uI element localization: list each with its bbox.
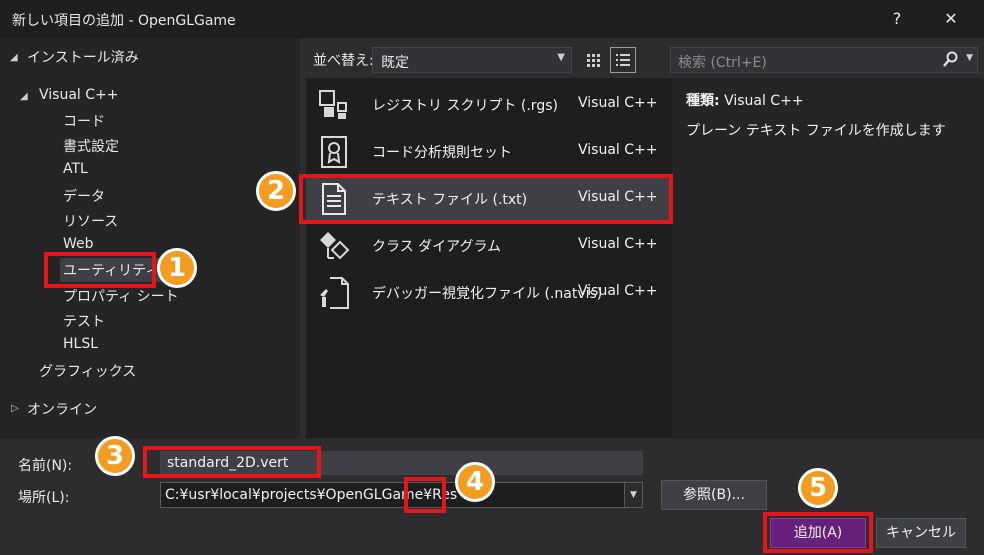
- search-icon[interactable]: [941, 50, 959, 72]
- sort-label: 並べ替え:: [313, 53, 374, 69]
- expand-arrow-icon[interactable]: ◢: [20, 91, 28, 102]
- ruleset-icon: [321, 136, 347, 168]
- window-title: 新しい項目の追加 - OpenGLGame: [12, 13, 236, 29]
- template-item-natvis[interactable]: デバッガー視覚化ファイル (.natvis) Visual C++: [306, 269, 672, 316]
- template-name: レジストリ スクリプト (.rgs): [372, 98, 558, 114]
- location-field[interactable]: C:¥usr¥local¥projects¥OpenGLGame¥Res ▼: [160, 482, 643, 508]
- location-label: 場所(L):: [18, 490, 70, 506]
- grid-view-button[interactable]: [580, 47, 606, 73]
- step-badge-4: 4: [455, 462, 495, 502]
- template-language: Visual C++: [578, 142, 658, 158]
- tree-item-online[interactable]: オンライン: [27, 399, 97, 419]
- tree-item-formatting[interactable]: 書式設定: [63, 136, 119, 156]
- tree-item-property-sheet[interactable]: プロパティ シート: [63, 286, 179, 306]
- details-type-value: Visual C++: [724, 93, 804, 109]
- template-item-code-analysis-ruleset[interactable]: コード分析規則セット Visual C++: [306, 128, 672, 175]
- template-language: Visual C++: [578, 283, 658, 299]
- template-name: デバッガー視覚化ファイル (.natvis): [372, 286, 603, 302]
- browse-button[interactable]: 参照(B)...: [661, 480, 767, 510]
- highlight-utility: [44, 252, 156, 288]
- registry-script-icon: [319, 90, 347, 119]
- highlight-res-folder: [404, 477, 446, 513]
- template-language: Visual C++: [578, 95, 658, 111]
- details-type: 種類: Visual C++: [686, 90, 804, 110]
- search-box[interactable]: 検索 (Ctrl+E) ▼: [670, 47, 978, 73]
- highlight-add-button: [763, 512, 873, 553]
- title-bar: 新しい項目の追加 - OpenGLGame ? ✕: [0, 0, 984, 38]
- template-item-registry-script[interactable]: レジストリ スクリプト (.rgs) Visual C++: [306, 81, 672, 128]
- chevron-down-icon: ▼: [557, 52, 565, 63]
- step-badge-1: 1: [157, 248, 197, 288]
- tree-item-data[interactable]: データ: [63, 186, 105, 206]
- close-button[interactable]: ✕: [936, 4, 966, 34]
- collapse-arrow-icon[interactable]: ▷: [11, 403, 19, 414]
- sort-select[interactable]: 既定 ▼: [372, 47, 572, 73]
- tree-item-installed[interactable]: インストール済み: [27, 47, 139, 67]
- chevron-down-icon[interactable]: ▼: [966, 53, 973, 63]
- template-name: コード分析規則セット: [372, 145, 512, 161]
- tree-item-test[interactable]: テスト: [63, 311, 105, 331]
- list-view-button[interactable]: [610, 47, 636, 73]
- template-name: クラス ダイアグラム: [372, 239, 502, 255]
- tree-item-atl[interactable]: ATL: [63, 161, 88, 177]
- step-badge-5: 5: [798, 468, 838, 508]
- cancel-button[interactable]: キャンセル: [876, 518, 966, 548]
- details-description: プレーン テキスト ファイルを作成します: [686, 123, 946, 139]
- class-diagram-icon: [320, 232, 350, 260]
- tree-item-hlsl[interactable]: HLSL: [63, 336, 98, 352]
- tree-item-code[interactable]: コード: [63, 111, 105, 131]
- tree-item-resource[interactable]: リソース: [63, 211, 118, 231]
- sort-value: 既定: [381, 55, 409, 71]
- expand-arrow-icon[interactable]: ◢: [10, 52, 18, 63]
- tree-item-graphics[interactable]: グラフィックス: [39, 361, 136, 381]
- highlight-text-file: [299, 174, 673, 224]
- search-placeholder: 検索 (Ctrl+E): [678, 55, 767, 71]
- step-badge-2: 2: [256, 171, 296, 211]
- step-badge-3: 3: [95, 436, 135, 476]
- list-view-icon: [616, 54, 630, 66]
- name-label: 名前(N):: [18, 458, 73, 474]
- highlight-name-field: [143, 446, 321, 478]
- natvis-file-icon: [320, 277, 349, 309]
- template-language: Visual C++: [578, 236, 658, 252]
- grid-view-icon: [587, 54, 600, 67]
- details-type-label: 種類:: [686, 93, 720, 109]
- template-item-class-diagram[interactable]: クラス ダイアグラム Visual C++: [306, 222, 672, 269]
- tree-item-web[interactable]: Web: [63, 236, 94, 252]
- chevron-down-icon[interactable]: ▼: [624, 483, 642, 507]
- help-button[interactable]: ?: [882, 4, 912, 34]
- tree-item-visual-cpp[interactable]: Visual C++: [39, 87, 118, 103]
